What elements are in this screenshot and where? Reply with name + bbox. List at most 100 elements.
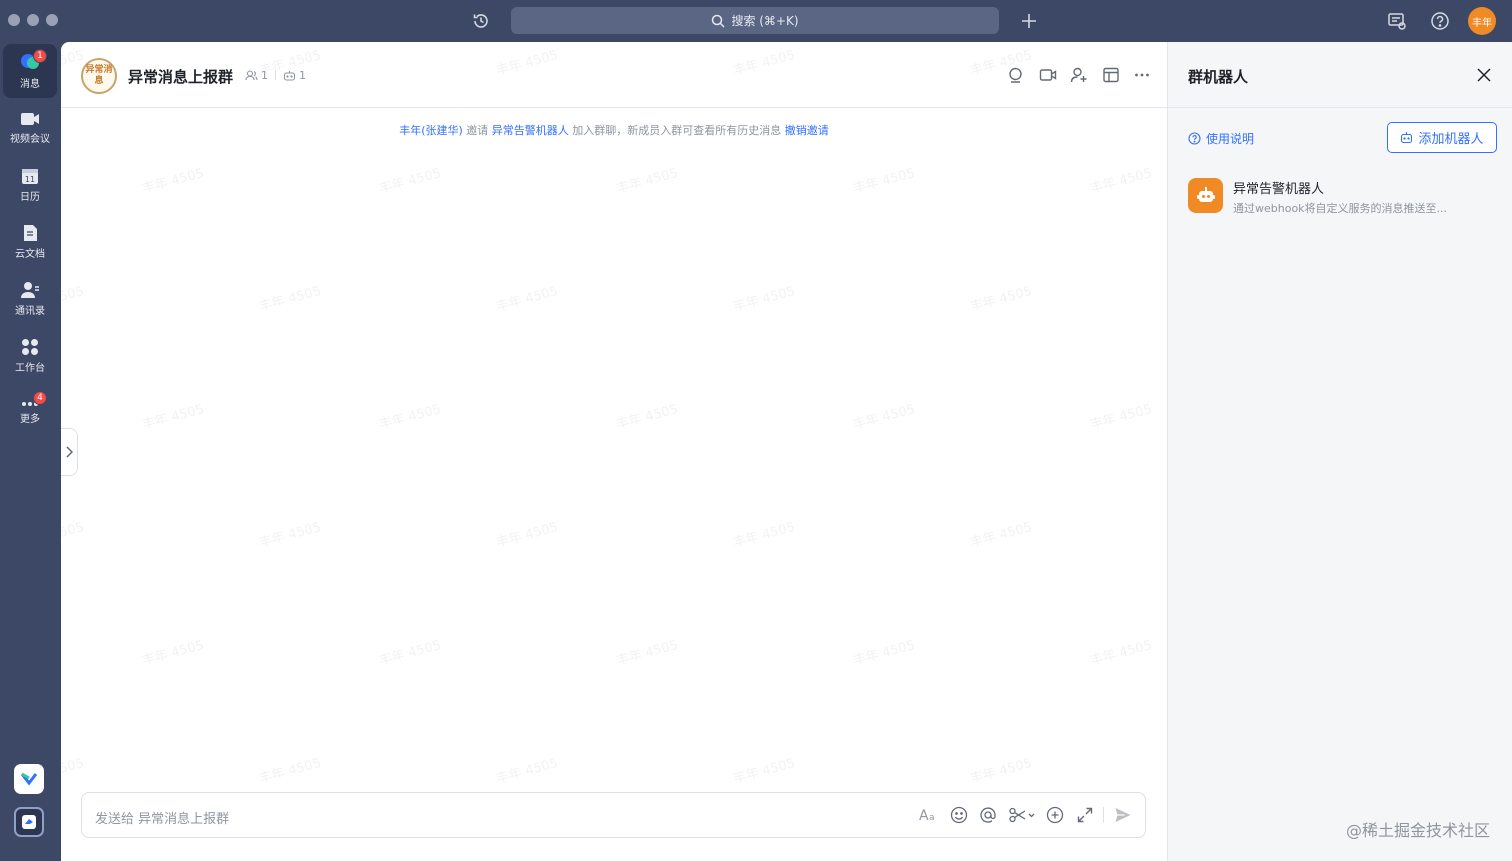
watermark-text: 丰年 4505 bbox=[731, 756, 797, 787]
invitee-link[interactable]: 异常告警机器人 bbox=[492, 124, 569, 137]
global-search-bar[interactable]: 搜索 (⌘+K) bbox=[511, 7, 999, 34]
bot-list-item[interactable]: 异常告警机器人 通过webhook将自定义服务的消息推送至... bbox=[1188, 176, 1498, 220]
contacts-icon bbox=[21, 282, 39, 298]
more-options-icon[interactable] bbox=[1130, 63, 1154, 87]
watermark-text: 丰年 4505 bbox=[968, 284, 1034, 315]
nav-calendar[interactable]: 11 日历 bbox=[3, 158, 57, 212]
apps-grid-icon bbox=[22, 339, 38, 355]
watermark-text: 丰年 4505 bbox=[614, 402, 680, 433]
revoke-invite-link[interactable]: 撤销邀请 bbox=[785, 124, 829, 137]
window-zoom-dot[interactable] bbox=[46, 14, 58, 26]
mini-app-launcher[interactable] bbox=[14, 764, 44, 794]
message-composer[interactable]: 发送给 异常消息上报群 Aa bbox=[81, 792, 1146, 838]
robot-add-icon bbox=[1401, 132, 1413, 144]
search-label: 搜索 (⌘+K) bbox=[731, 14, 799, 28]
nav-video-meeting[interactable]: 视频会议 bbox=[3, 101, 57, 155]
screenshot-scissors-icon[interactable] bbox=[1007, 804, 1037, 826]
nav-cloud-docs[interactable]: 云文档 bbox=[3, 215, 57, 269]
watermark-text: 丰年 4505 bbox=[377, 166, 443, 197]
nav-workplace-label: 工作台 bbox=[15, 363, 45, 374]
watermark-text: 丰年 4505 bbox=[377, 638, 443, 669]
nav-calendar-label: 日历 bbox=[20, 192, 40, 203]
watermark-text: 丰年 4505 bbox=[494, 756, 560, 787]
bot-description: 通过webhook将自定义服务的消息推送至... bbox=[1233, 202, 1448, 215]
user-avatar[interactable]: 丰年 bbox=[1468, 7, 1496, 35]
nav-contacts[interactable]: 通讯录 bbox=[3, 272, 57, 326]
text-format-icon[interactable]: Aa bbox=[918, 804, 940, 826]
nav-messages-label: 消息 bbox=[20, 79, 40, 90]
nav-contacts-label: 通讯录 bbox=[15, 306, 45, 317]
usage-guide-label: 使用说明 bbox=[1206, 132, 1255, 146]
mention-icon[interactable] bbox=[977, 804, 999, 826]
svg-text:A: A bbox=[919, 808, 929, 823]
pin-board-icon[interactable] bbox=[1099, 63, 1123, 87]
member-count-value: 1 bbox=[261, 69, 268, 82]
watermark-text: 丰年 4505 bbox=[140, 638, 206, 669]
window-minimize-dot[interactable] bbox=[27, 14, 39, 26]
send-icon[interactable] bbox=[1112, 804, 1134, 826]
watermark-text: 丰年 4505 bbox=[1088, 166, 1154, 197]
system-message-text: 加入群聊，新成员入群可查看所有历史消息 bbox=[572, 124, 782, 137]
emoji-icon[interactable] bbox=[948, 804, 970, 826]
announcement-icon[interactable] bbox=[1385, 9, 1409, 33]
title-bar: 搜索 (⌘+K) 丰年 bbox=[0, 0, 1512, 42]
svg-text:11: 11 bbox=[25, 175, 35, 184]
expand-sidebar-tab[interactable] bbox=[61, 428, 78, 476]
more-badge: 4 bbox=[33, 391, 47, 405]
nav-workplace[interactable]: 工作台 bbox=[3, 329, 57, 383]
watermark-text: 丰年 4505 bbox=[61, 520, 86, 551]
expand-editor-icon[interactable] bbox=[1074, 804, 1096, 826]
watermark-text: 丰年 4505 bbox=[377, 402, 443, 433]
watermark-text: 丰年 4505 bbox=[1088, 638, 1154, 669]
plus-icon[interactable] bbox=[1017, 9, 1041, 33]
left-nav-rail: 消息 1 视频会议 11 日历 云文档 通讯录 工作台 更多 4 bbox=[0, 42, 61, 861]
nav-more[interactable]: 更多 4 bbox=[3, 386, 57, 440]
side-panel-header: 群机器人 bbox=[1168, 42, 1512, 108]
member-count[interactable]: 1 bbox=[245, 69, 268, 82]
watermark-text: 丰年 4505 bbox=[61, 756, 86, 787]
watermark-text: 丰年 4505 bbox=[968, 756, 1034, 787]
nav-messages[interactable]: 消息 1 bbox=[3, 44, 57, 98]
video-camera-icon bbox=[21, 113, 39, 125]
side-panel-title: 群机器人 bbox=[1188, 68, 1249, 86]
composer-divider bbox=[1103, 807, 1104, 823]
search-icon bbox=[712, 14, 725, 28]
svg-text:a: a bbox=[929, 813, 935, 823]
help-icon[interactable] bbox=[1428, 9, 1452, 33]
chat-header: 异常消息 异常消息上报群 1 1 bbox=[61, 42, 1167, 108]
app-logo-icon bbox=[20, 772, 38, 786]
watermark-text: 丰年 4505 bbox=[851, 166, 917, 197]
group-avatar[interactable]: 异常消息 bbox=[81, 58, 117, 94]
add-member-icon[interactable] bbox=[1067, 63, 1091, 87]
close-icon[interactable] bbox=[1473, 64, 1495, 86]
watermark-text: 丰年 4505 bbox=[731, 284, 797, 315]
watermark-text: 丰年 4505 bbox=[614, 166, 680, 197]
chat-search-icon[interactable] bbox=[1004, 63, 1028, 87]
usage-guide-link[interactable]: 使用说明 bbox=[1188, 130, 1254, 147]
add-bot-button[interactable]: 添加机器人 bbox=[1387, 122, 1497, 153]
video-call-icon[interactable] bbox=[1036, 63, 1060, 87]
chat-panel: 丰年 4505 丰年 4505 丰年 4505 丰年 4505 丰年 4505 丰年 45… bbox=[61, 42, 1167, 861]
members-icon bbox=[245, 70, 258, 81]
window-close-dot[interactable] bbox=[8, 14, 20, 26]
watermark-text: 丰年 4505 bbox=[614, 638, 680, 669]
corner-watermark: @稀土掘金技术社区 bbox=[1345, 821, 1490, 840]
meta-divider bbox=[275, 70, 276, 80]
system-message: 丰年(张建华) 邀请 异常告警机器人 加入群聊，新成员入群可查看所有历史消息 撤… bbox=[61, 122, 1167, 138]
bot-count[interactable]: 1 bbox=[283, 69, 306, 82]
app-switcher-button[interactable] bbox=[14, 807, 44, 837]
nav-video-meeting-label: 视频会议 bbox=[10, 134, 50, 145]
chevron-right-icon bbox=[66, 446, 73, 458]
group-title[interactable]: 异常消息上报群 bbox=[128, 66, 233, 87]
watermark-text: 丰年 4505 bbox=[731, 520, 797, 551]
watermark-text: 丰年 4505 bbox=[968, 520, 1034, 551]
invite-verb: 邀请 bbox=[466, 124, 489, 137]
history-icon[interactable] bbox=[469, 9, 493, 33]
inviter-link[interactable]: 丰年(张建华) bbox=[399, 124, 463, 137]
question-circle-icon bbox=[1188, 132, 1201, 145]
watermark-text: 丰年 4505 bbox=[61, 284, 86, 315]
add-attachment-icon[interactable] bbox=[1044, 804, 1066, 826]
document-icon bbox=[24, 225, 37, 241]
group-bots-panel: 群机器人 使用说明 添加机器人 异常告警机器人 通过webhook将自定义服务的… bbox=[1167, 42, 1512, 861]
bot-name: 异常告警机器人 bbox=[1233, 182, 1325, 197]
